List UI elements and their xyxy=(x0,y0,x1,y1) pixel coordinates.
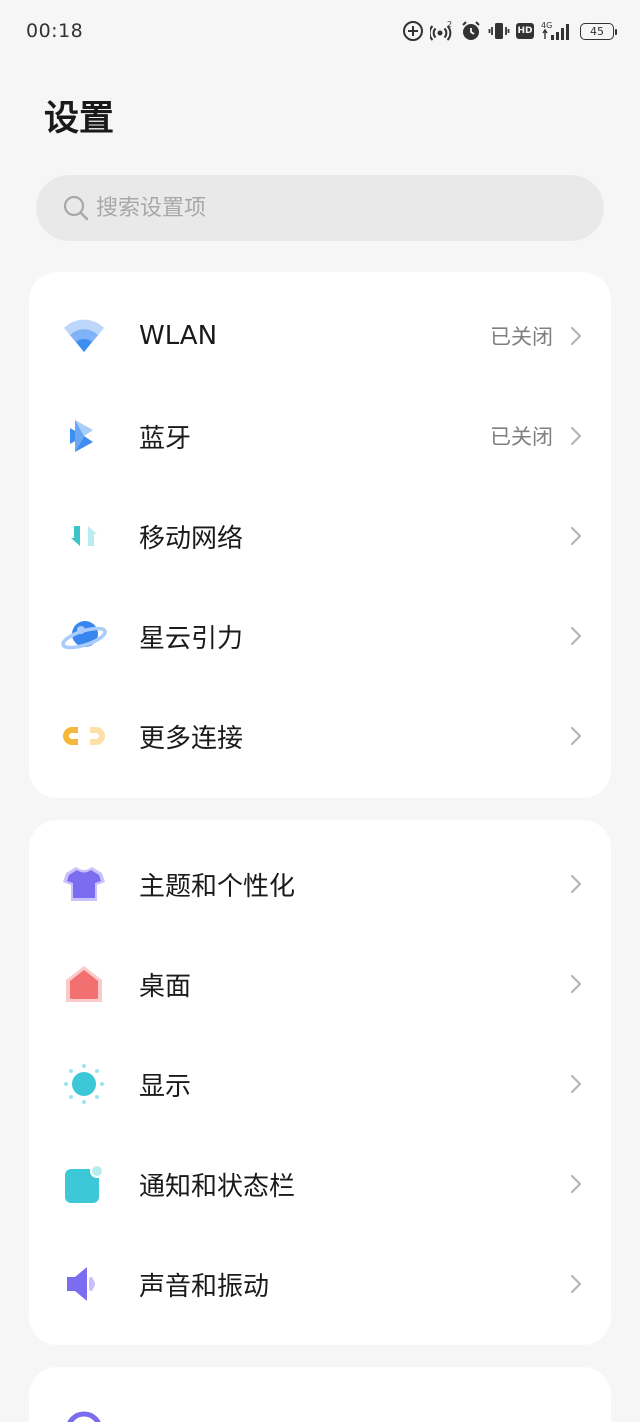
speaker-icon xyxy=(61,1261,107,1307)
settings-item-label: 显示 xyxy=(139,1071,192,1102)
status-icons: 2 HD 4G 45 xyxy=(402,20,617,42)
search-input[interactable] xyxy=(96,195,576,221)
chevron-right-icon xyxy=(570,726,582,746)
settings-item-label: 通知和状态栏 xyxy=(139,1171,296,1202)
settings-item-partial[interactable] xyxy=(29,1367,611,1422)
settings-item-label: WLAN xyxy=(139,321,218,351)
signal-icon: 4G xyxy=(541,21,569,40)
chevron-right-icon xyxy=(570,1174,582,1194)
hotspot-icon: 2 xyxy=(430,20,452,41)
settings-item-desktop[interactable]: 桌面 xyxy=(29,934,611,1034)
vibrate-icon xyxy=(488,23,510,39)
sun-icon xyxy=(61,1061,107,1107)
settings-item-label: 桌面 xyxy=(139,971,192,1002)
settings-item-status: 已关闭 xyxy=(490,425,553,449)
notification-icon xyxy=(61,1161,107,1207)
settings-item-label: 蓝牙 xyxy=(139,423,192,454)
settings-item-wlan[interactable]: WLAN 已关闭 xyxy=(29,286,611,386)
connectivity-card: WLAN 已关闭 蓝牙 已关闭 移动网络 星云引力 更多连接 xyxy=(29,272,611,798)
settings-item-theme[interactable]: 主题和个性化 xyxy=(29,834,611,934)
chevron-right-icon xyxy=(570,1074,582,1094)
svg-text:2: 2 xyxy=(447,20,452,29)
tshirt-icon xyxy=(61,861,107,907)
settings-item-mobile-network[interactable]: 移动网络 xyxy=(29,486,611,586)
partial-item-icon xyxy=(61,1407,107,1422)
chevron-right-icon xyxy=(570,1274,582,1294)
settings-item-label: 星云引力 xyxy=(139,623,244,654)
page-title: 设置 xyxy=(44,99,115,139)
status-bar: 00:18 2 HD 4G 45 xyxy=(0,0,640,62)
alarm-icon xyxy=(462,21,480,40)
settings-item-nebula[interactable]: 星云引力 xyxy=(29,586,611,686)
status-time: 00:18 xyxy=(26,20,84,42)
settings-item-more-connections[interactable]: 更多连接 xyxy=(29,686,611,786)
settings-item-notifications[interactable]: 通知和状态栏 xyxy=(29,1134,611,1234)
settings-item-display[interactable]: 显示 xyxy=(29,1034,611,1134)
next-section-card xyxy=(29,1367,611,1422)
hd-badge: HD xyxy=(516,23,534,39)
settings-item-status: 已关闭 xyxy=(490,325,553,349)
settings-item-label: 移动网络 xyxy=(139,523,244,554)
planet-icon xyxy=(61,613,107,659)
battery-indicator: 45 xyxy=(580,22,617,40)
wifi-icon xyxy=(61,313,107,359)
link-icon xyxy=(61,713,107,759)
settings-item-bluetooth[interactable]: 蓝牙 已关闭 xyxy=(29,386,611,486)
settings-item-label: 声音和振动 xyxy=(139,1271,270,1302)
settings-item-label: 更多连接 xyxy=(139,723,244,754)
home-icon xyxy=(61,961,107,1007)
chevron-right-icon xyxy=(570,326,582,346)
mobile-data-icon xyxy=(61,513,107,559)
chevron-right-icon xyxy=(570,626,582,646)
bluetooth-icon xyxy=(61,413,107,459)
personalization-card: 主题和个性化 桌面 显示 通知和状态栏 声音和振动 xyxy=(29,820,611,1345)
settings-item-sound[interactable]: 声音和振动 xyxy=(29,1234,611,1334)
settings-item-label: 主题和个性化 xyxy=(139,871,296,902)
search-icon xyxy=(63,195,89,221)
chevron-right-icon xyxy=(570,426,582,446)
chevron-right-icon xyxy=(570,874,582,894)
chevron-right-icon xyxy=(570,974,582,994)
chevron-right-icon xyxy=(570,526,582,546)
search-bar[interactable] xyxy=(36,175,604,241)
network-type: 4G xyxy=(541,21,552,30)
data-saver-icon xyxy=(403,21,423,41)
